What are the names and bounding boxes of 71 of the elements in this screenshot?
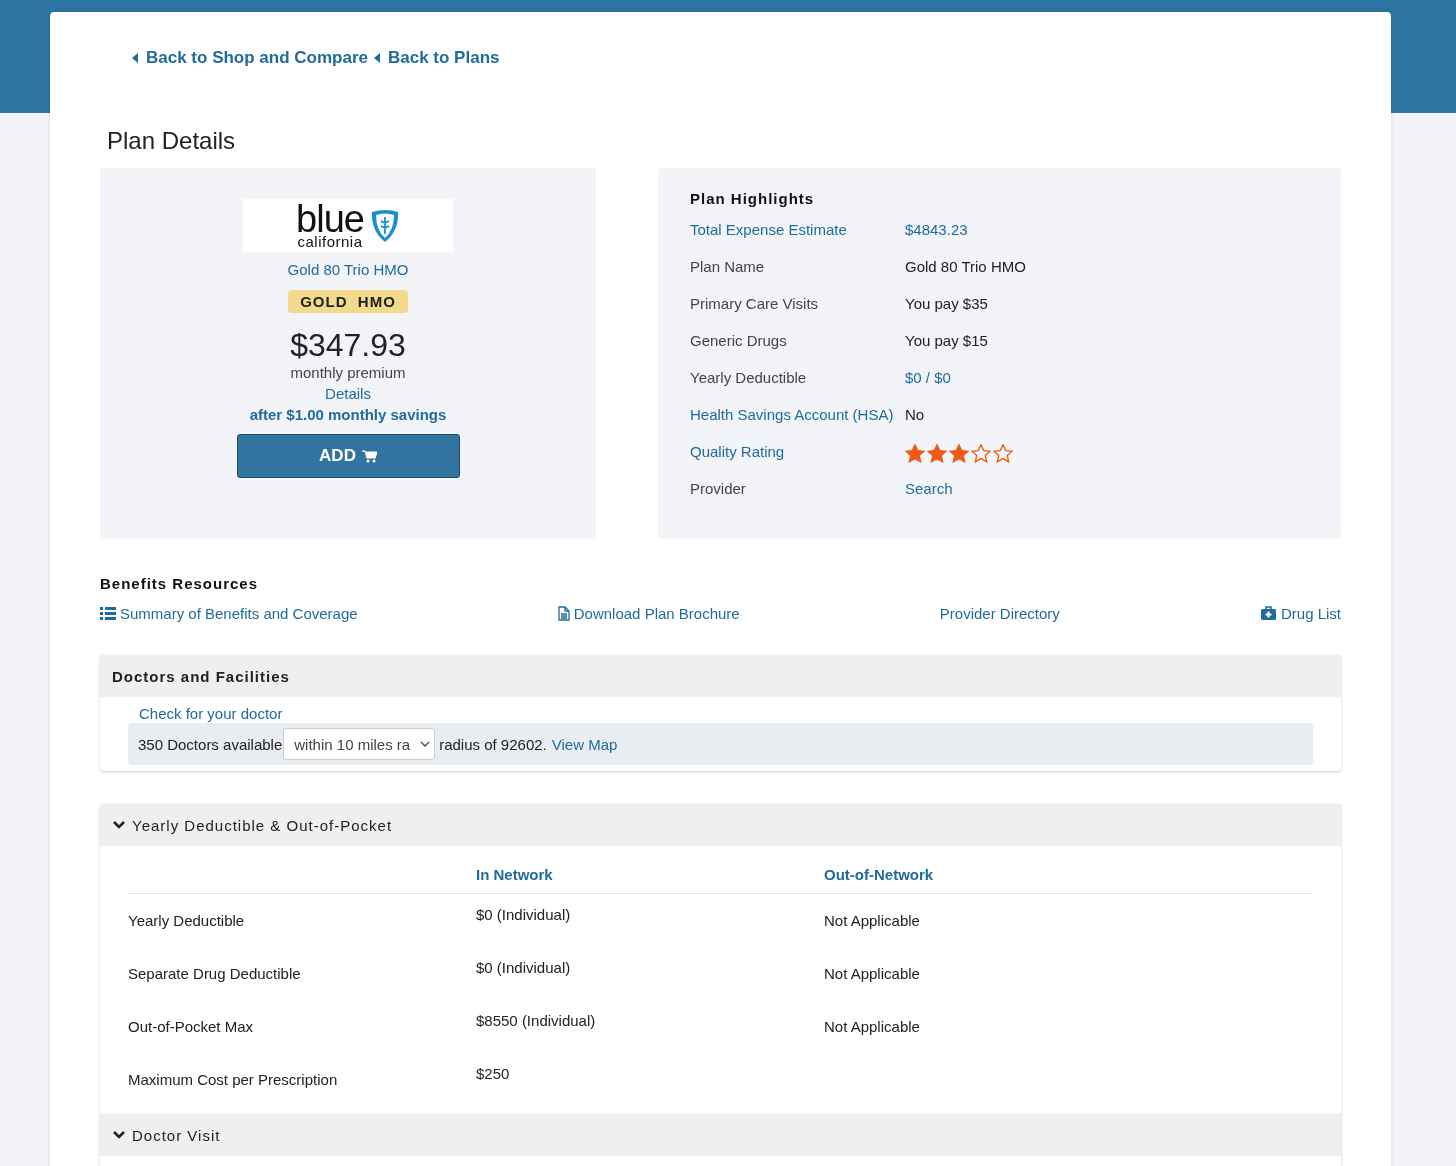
metal-tier-badge: GOLD HMO <box>288 290 408 313</box>
highlight-value: You pay $15 <box>905 332 989 351</box>
back-link[interactable]: Back to Plans <box>374 48 500 68</box>
star-icon <box>927 443 947 463</box>
details-link[interactable]: Details <box>325 385 371 402</box>
highlight-value: You pay $35 <box>905 295 989 314</box>
highlight-label-link[interactable]: Quality Rating <box>690 443 905 463</box>
savings-note: after $1.00 monthly savings <box>249 406 447 423</box>
add-button[interactable]: ADD <box>236 434 460 478</box>
resource-link[interactable]: Download Plan Brochure <box>557 605 740 622</box>
table-cell-text: $250 <box>476 1064 511 1084</box>
highlight-label: Primary Care Visits <box>690 295 820 314</box>
highlight-value-link[interactable]: $4843.23 <box>905 221 1309 241</box>
accordion-header[interactable]: Doctor Visit <box>100 1114 1341 1156</box>
resource-link[interactable]: Provider Directory <box>939 605 1060 622</box>
view-map-link[interactable]: View Map <box>551 735 618 753</box>
table-cell-text: $0 (Individual) <box>476 905 572 925</box>
caret-icon <box>374 53 380 63</box>
column-header: Out-of-Network <box>824 866 935 885</box>
resource-link[interactable]: Drug List <box>1259 605 1341 622</box>
accordion-title: Doctor Visit <box>132 1126 221 1144</box>
row-label: Maximum Cost per Prescription <box>128 1070 339 1090</box>
highlight-value-link[interactable]: Search <box>905 480 1309 500</box>
logo-word: blue <box>296 202 364 235</box>
star-icon <box>971 443 991 463</box>
highlight-label: Generic Drugs <box>690 332 788 351</box>
highlight-label-link[interactable]: Total Expense Estimate <box>690 221 905 241</box>
chevron-down-icon[interactable] <box>112 820 126 830</box>
section-title: Benefits Resources <box>100 575 260 592</box>
column-header: In Network <box>476 866 554 885</box>
table-cell-text: $8550 (Individual) <box>476 1011 597 1031</box>
doctor-count: 350 Doctors available <box>138 735 283 753</box>
premium-note: monthly premium <box>290 364 406 381</box>
check-doctor-link[interactable]: Check for your doctor <box>139 705 283 722</box>
row-label: Separate Drug Deductible <box>128 964 302 984</box>
back-link[interactable]: Back to Shop and Compare <box>132 48 368 68</box>
document-icon <box>557 606 570 621</box>
panel-title: Doctors and Facilities <box>112 667 290 685</box>
highlight-label: Plan Name <box>690 258 766 277</box>
highlight-value-link[interactable]: $0 / $0 <box>905 369 1309 389</box>
plan-name-link[interactable]: Gold 80 Trio HMO <box>287 261 409 278</box>
star-icon <box>993 443 1013 463</box>
accordion-header[interactable]: Yearly Deductible & Out-of-Pocket <box>100 804 1341 846</box>
table-cell-text: $0 (Individual) <box>476 958 572 978</box>
highlight-value: Gold 80 Trio HMO <box>905 258 1027 277</box>
table-cell-text: Not Applicable <box>824 911 921 931</box>
logo-subtitle: california <box>297 234 363 249</box>
star-icon <box>949 443 969 463</box>
highlight-label-link[interactable]: Health Savings Account (HSA) <box>690 406 905 426</box>
highlight-value: No <box>905 406 926 425</box>
radius-select[interactable]: within 10 miles ra <box>283 728 436 760</box>
accordion-title: Yearly Deductible & Out-of-Pocket <box>132 816 393 834</box>
radius-text: radius of 92602. <box>439 735 547 753</box>
table-cell-text: Not Applicable <box>824 964 921 984</box>
list-icon <box>100 607 116 620</box>
premium-price: $347.93 <box>290 327 406 364</box>
dropdown-caret-icon <box>420 741 431 747</box>
chevron-down-icon[interactable] <box>112 1130 126 1140</box>
resource-link[interactable]: Summary of Benefits and Coverage <box>100 605 358 622</box>
row-label: Out-of-Pocket Max <box>128 1017 255 1037</box>
highlight-label: Yearly Deductible <box>690 369 808 388</box>
star-icon <box>905 443 925 463</box>
shield-icon <box>369 208 400 243</box>
highlights-title: Plan Highlights <box>690 190 816 207</box>
row-label: Yearly Deductible <box>128 911 246 931</box>
page-title: Plan Details <box>107 127 237 155</box>
caret-icon <box>132 53 138 63</box>
medical-kit-icon <box>1259 606 1277 621</box>
cart-icon <box>361 449 377 463</box>
highlight-label: Provider <box>690 480 747 499</box>
table-cell-text: Not Applicable <box>824 1017 921 1037</box>
